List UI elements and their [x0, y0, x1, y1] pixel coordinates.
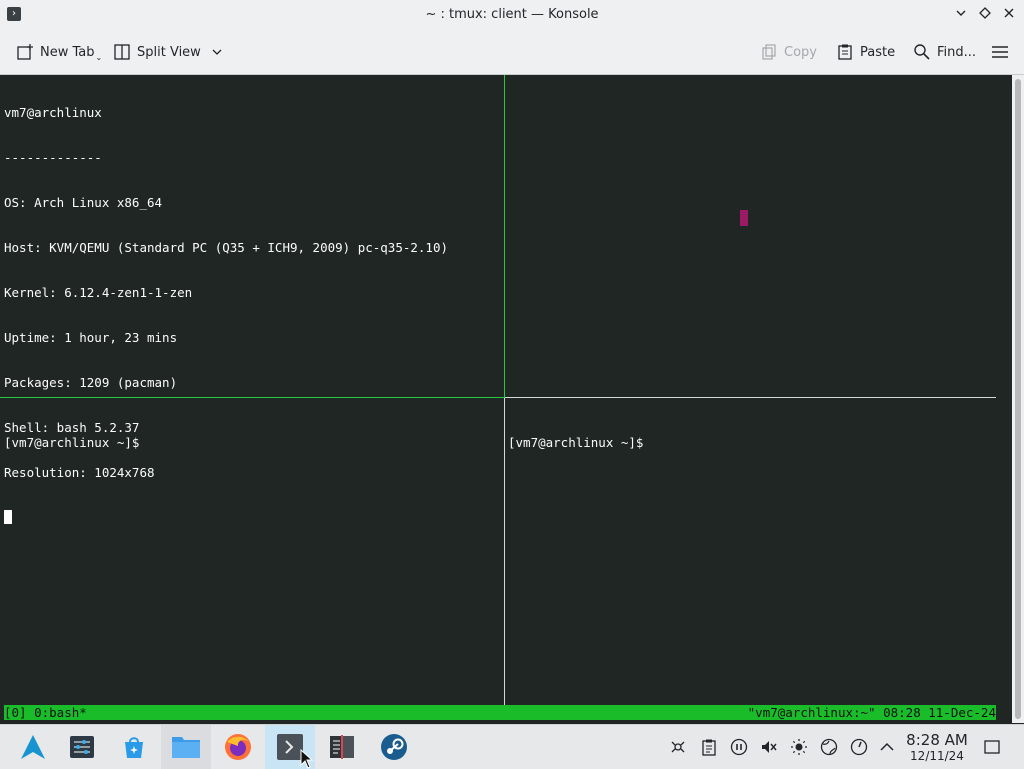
- terminal-line: -------------: [4, 150, 102, 165]
- text-cursor: [4, 510, 12, 524]
- terminal-line: Uptime: 1 hour, 23 mins: [4, 330, 178, 345]
- updates-gauge-icon: [850, 738, 868, 756]
- task-text-editor[interactable]: [317, 725, 367, 769]
- close-button[interactable]: [999, 5, 1019, 25]
- pane-cursor-block: [740, 210, 748, 226]
- text-editor-icon: [330, 735, 354, 759]
- clipboard-icon: [702, 739, 716, 756]
- konsole-toolbar: New Tab ⌄ Split View Copy Paste Find...: [0, 30, 1024, 75]
- copy-label: Copy: [784, 44, 817, 60]
- tray-updates[interactable]: [849, 737, 869, 757]
- volume-muted-icon: [762, 741, 777, 753]
- terminal-scrollbar[interactable]: [1012, 75, 1024, 723]
- window-title: ~ : tmux: client — Konsole: [425, 7, 599, 22]
- shell-prompt: [vm7@archlinux ~]$: [4, 435, 140, 450]
- app-launcher-button[interactable]: [8, 725, 58, 769]
- shell-prompt: [vm7@archlinux ~]$: [508, 435, 644, 450]
- clock-date: 12/11/24: [910, 749, 964, 763]
- terminal-line: Host: KVM/QEMU (Standard PC (Q35 + ICH9,…: [4, 240, 449, 255]
- paste-label: Paste: [860, 44, 896, 60]
- diamond-icon: [979, 7, 991, 19]
- pane-divider-horizontal-left[interactable]: [0, 397, 504, 398]
- taskbar: 8:28 AM 12/11/24: [0, 724, 1024, 769]
- terminal-line: vm7@archlinux: [4, 105, 102, 120]
- chevron-down-icon: [212, 49, 222, 55]
- paste-button[interactable]: Paste: [836, 42, 895, 62]
- tray-clipboard[interactable]: [699, 737, 719, 757]
- window-titlebar: › ~ : tmux: client — Konsole: [0, 0, 1024, 30]
- show-desktop-button[interactable]: [982, 737, 1002, 757]
- hamburger-menu-button[interactable]: [991, 42, 1015, 62]
- show-desktop-icon: [984, 740, 1000, 754]
- minimize-button[interactable]: [951, 5, 971, 25]
- tray-expand-button[interactable]: [877, 737, 897, 757]
- system-settings-icon: [70, 736, 94, 758]
- tray-brightness[interactable]: [789, 737, 809, 757]
- find-button[interactable]: Find...: [913, 42, 976, 62]
- chevron-up-icon: [880, 742, 894, 751]
- terminal-line: OS: Arch Linux x86_64: [4, 195, 163, 210]
- steam-icon: [381, 734, 407, 760]
- new-tab-icon: [17, 44, 33, 60]
- split-view-button[interactable]: Split View: [113, 42, 229, 62]
- task-system-settings[interactable]: [57, 725, 107, 769]
- brightness-icon: [791, 739, 807, 755]
- chevron-down-icon: [956, 10, 966, 16]
- new-tab-button[interactable]: New Tab ⌄: [16, 42, 102, 62]
- arch-logo-icon: [21, 735, 45, 759]
- close-icon: [1004, 8, 1014, 18]
- tmux-status-bar: [0] 0:bash* "vm7@archlinux:~" 08:28 11-D…: [4, 705, 996, 720]
- pane-divider-vertical-lower[interactable]: [504, 398, 505, 705]
- paste-icon: [838, 44, 852, 60]
- network-wired-icon: [671, 741, 685, 753]
- tray-network-status[interactable]: [668, 737, 688, 757]
- pause-circle-icon: [730, 738, 748, 756]
- globe-network-icon: [820, 738, 838, 756]
- scrollbar-thumb[interactable]: [1015, 79, 1021, 719]
- terminal-line: Kernel: 6.12.4-zen1-1-zen: [4, 285, 193, 300]
- pane-bottom-right[interactable]: [vm7@archlinux ~]$: [508, 405, 643, 480]
- pane-divider-horizontal-right[interactable]: [505, 397, 996, 398]
- pane-divider-vertical[interactable]: [504, 75, 505, 398]
- find-label: Find...: [937, 44, 977, 60]
- task-discover[interactable]: [109, 725, 159, 769]
- digital-clock[interactable]: 8:28 AM 12/11/24: [900, 731, 974, 763]
- new-tab-label: New Tab: [40, 44, 95, 60]
- search-icon: [914, 44, 930, 60]
- pane-top-left[interactable]: vm7@archlinux ------------- OS: Arch Lin…: [4, 75, 448, 555]
- split-view-label: Split View: [137, 44, 201, 60]
- terminal-line: Packages: 1209 (pacman): [4, 375, 178, 390]
- tmux-window-list[interactable]: [0] 0:bash*: [4, 705, 87, 720]
- task-file-manager[interactable]: [161, 725, 211, 769]
- tray-volume[interactable]: [759, 737, 779, 757]
- task-firefox[interactable]: [213, 725, 263, 769]
- split-view-icon: [114, 44, 130, 60]
- clock-time: 8:28 AM: [906, 731, 968, 749]
- discover-store-icon: [125, 737, 143, 758]
- task-steam[interactable]: [369, 725, 419, 769]
- hamburger-menu-icon: [992, 46, 1008, 58]
- tray-network-world[interactable]: [819, 737, 839, 757]
- copy-icon: [762, 44, 776, 60]
- tray-media-player[interactable]: [729, 737, 749, 757]
- firefox-icon: [225, 734, 251, 760]
- tmux-status-right: "vm7@archlinux:~" 08:28 11-Dec-24: [747, 705, 996, 720]
- pane-bottom-left[interactable]: [vm7@archlinux ~]$: [4, 405, 139, 480]
- dropdown-indicator-icon: ⌄: [95, 52, 103, 62]
- maximize-button[interactable]: [975, 5, 995, 25]
- terminal-view[interactable]: vm7@archlinux ------------- OS: Arch Lin…: [0, 75, 1012, 723]
- mouse-pointer-icon: [300, 749, 314, 769]
- copy-button[interactable]: Copy: [760, 42, 817, 62]
- file-manager-icon: [172, 737, 200, 758]
